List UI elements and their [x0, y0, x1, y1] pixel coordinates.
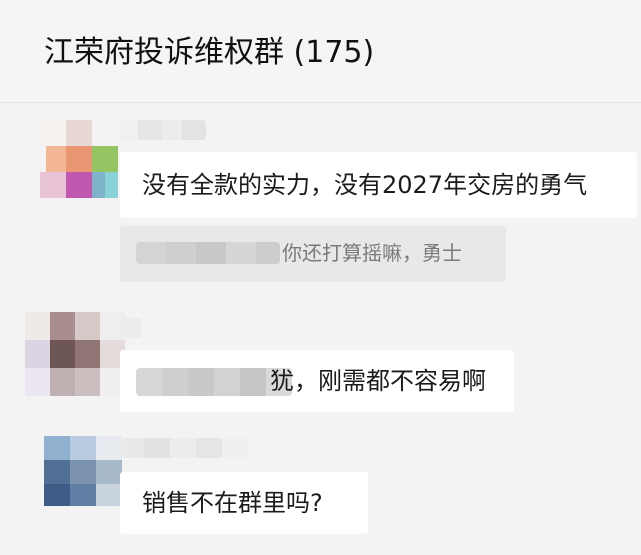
- redacted-text: [136, 242, 280, 264]
- message-bubble[interactable]: 犹，刚需都不容易啊: [120, 350, 514, 412]
- avatar[interactable]: [44, 436, 122, 506]
- group-title: 江荣府投诉维权群 (175): [44, 35, 375, 70]
- sender-name: [120, 120, 206, 140]
- message-bubble[interactable]: 没有全款的实力，没有2027年交房的勇气: [120, 152, 637, 218]
- avatar[interactable]: [25, 312, 125, 396]
- message-bubble[interactable]: 销售不在群里吗?: [120, 472, 368, 534]
- message-text: 没有全款的实力，没有2027年交房的勇气: [142, 171, 588, 199]
- chat-header: 江荣府投诉维权群 (175): [0, 0, 641, 103]
- message-text: 销售不在群里吗?: [142, 489, 323, 517]
- message-text: 犹，刚需都不容易啊: [270, 367, 486, 395]
- sender-name: [122, 438, 248, 458]
- redacted-text: [136, 368, 292, 396]
- quoted-message[interactable]: 你还打算摇嘛，勇士: [120, 226, 506, 282]
- sender-name: [120, 318, 142, 338]
- avatar[interactable]: [40, 120, 118, 198]
- quoted-text: 你还打算摇嘛，勇士: [282, 241, 462, 265]
